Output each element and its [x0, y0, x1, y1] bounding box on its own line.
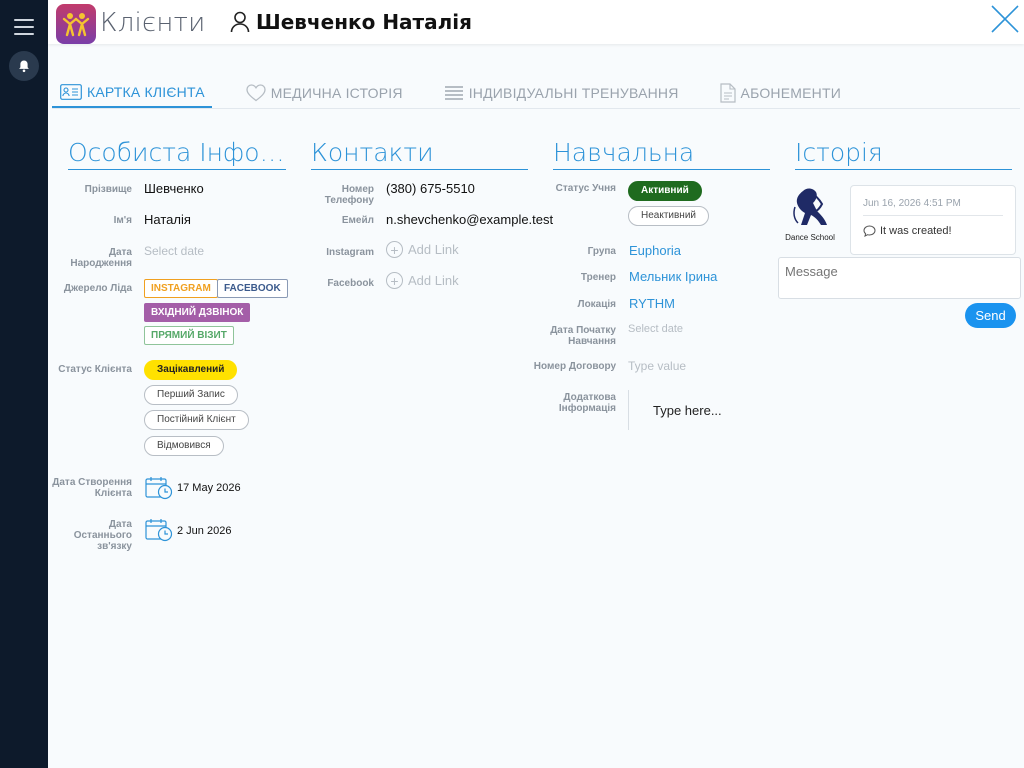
dance-school-avatar: Dance School	[782, 185, 838, 247]
lead-source-label: Джерело Ліда	[63, 283, 132, 294]
client-name: Шевченко Наталія	[256, 10, 472, 34]
student-status-inactive[interactable]: Неактивний	[628, 206, 710, 226]
last-contact-date-value: 2 Jun 2026	[177, 525, 232, 537]
birth-date-input[interactable]: Select date	[144, 244, 204, 258]
extra-info-label: Додаткова Інформація	[558, 392, 616, 414]
client-name-header: Шевченко Наталія	[230, 10, 472, 34]
section-title-history: Історія	[795, 138, 1012, 170]
history-entry: Jun 16, 2026 4:51 PM It was created!	[850, 185, 1016, 255]
tab-medical-history[interactable]: МЕДИЧНА ІСТОРІЯ	[238, 78, 410, 108]
calendar-clock-icon[interactable]	[145, 518, 173, 542]
email-value[interactable]: n.shevchenko@example.test	[386, 212, 553, 227]
student-status-active[interactable]: Активний	[628, 181, 702, 201]
facebook-label: Facebook	[327, 278, 374, 289]
client-status-interested[interactable]: Зацікавлений	[144, 360, 238, 380]
surname-value[interactable]: Шевченко	[144, 181, 204, 196]
lead-source-direct-visit[interactable]: ПРЯМИЙ ВІЗИТ	[144, 326, 234, 345]
app-title: Клієнти	[100, 8, 206, 38]
plus-circle-icon: +	[386, 241, 403, 258]
lead-source-instagram[interactable]: INSTAGRAM	[144, 279, 218, 298]
created-date-value: 17 May 2026	[177, 482, 241, 494]
history-entry-message: It was created!	[863, 225, 952, 237]
lead-source-facebook[interactable]: FACEBOOK	[217, 279, 288, 298]
calendar-clock-icon[interactable]	[145, 476, 173, 500]
close-icon[interactable]	[990, 4, 1020, 34]
id-card-icon	[60, 84, 82, 100]
surname-label: Прізвище	[84, 184, 132, 195]
header-bar: Клієнти Шевченко Наталія	[48, 0, 1024, 44]
phone-value[interactable]: (380) 675-5510	[386, 181, 475, 196]
menu-icon[interactable]	[14, 19, 34, 35]
app-logo-icon	[56, 4, 96, 44]
instagram-label: Instagram	[326, 247, 374, 258]
document-icon	[719, 83, 736, 103]
client-status-regular[interactable]: Постійний Клієнт	[144, 410, 249, 430]
notifications-bell-icon[interactable]	[9, 51, 39, 81]
coach-link[interactable]: Мельник Ірина	[629, 269, 717, 284]
dancers-logo-icon	[793, 188, 827, 225]
created-date-label: Дата Створення Клієнта	[52, 477, 132, 499]
client-status-first-record[interactable]: Перший Запис	[144, 385, 238, 405]
divider	[863, 215, 1003, 216]
tab-individual-trainings[interactable]: ІНДИВІДУАЛЬНІ ТРЕНУВАННЯ	[436, 78, 686, 108]
name-value[interactable]: Наталія	[144, 212, 191, 227]
birth-date-label: Дата Народження	[70, 247, 132, 269]
section-title-contacts: Контакти	[311, 138, 528, 170]
send-button[interactable]: Send	[965, 303, 1016, 328]
location-link[interactable]: RYTHM	[629, 296, 675, 311]
lead-source-incoming-call[interactable]: ВХІДНИЙ ДЗВІНОК	[144, 303, 251, 322]
last-contact-label: Дата Останнього зв'язку	[73, 519, 132, 552]
message-input[interactable]	[778, 257, 1021, 299]
client-status-refused[interactable]: Відмовився	[144, 436, 224, 456]
student-status-label: Статус Учня	[555, 183, 616, 194]
left-sidebar	[0, 0, 48, 768]
location-label: Локація	[577, 299, 616, 310]
tab-subscriptions[interactable]: АБОНЕМЕНТИ	[712, 78, 848, 108]
contract-number-input[interactable]: Type value	[628, 359, 686, 373]
coach-label: Тренер	[580, 272, 616, 283]
extra-info-textarea[interactable]: Type here...	[628, 390, 778, 430]
tab-client-card[interactable]: КАРТКА КЛІЄНТА	[52, 78, 212, 108]
start-date-input[interactable]: Select date	[628, 323, 683, 335]
heart-icon	[246, 84, 266, 102]
tab-bar: КАРТКА КЛІЄНТА МЕДИЧНА ІСТОРІЯ ІНДИВІДУА…	[52, 78, 1020, 109]
list-icon	[444, 86, 463, 100]
section-title-education: Навчальна	[553, 138, 770, 170]
phone-label: Номер Телефону	[324, 184, 374, 206]
plus-circle-icon: +	[386, 272, 403, 289]
section-title-personal: Особиста Інфор...	[68, 138, 286, 170]
instagram-add-link-button[interactable]: + Add Link	[386, 241, 459, 258]
group-label: Група	[587, 246, 616, 257]
history-entry-date: Jun 16, 2026 4:51 PM	[863, 198, 961, 209]
contract-number-label: Номер Договору	[533, 361, 616, 372]
user-icon	[230, 11, 250, 33]
email-label: Емейл	[341, 215, 374, 226]
start-date-label: Дата Початку Навчання	[550, 325, 616, 347]
facebook-add-link-button[interactable]: + Add Link	[386, 272, 459, 289]
org-name: Dance School	[785, 233, 835, 242]
comment-icon	[863, 225, 876, 237]
client-status-label: Статус Клієнта	[58, 364, 132, 375]
name-label: Ім'я	[113, 215, 132, 226]
group-link[interactable]: Euphoria	[629, 243, 681, 258]
